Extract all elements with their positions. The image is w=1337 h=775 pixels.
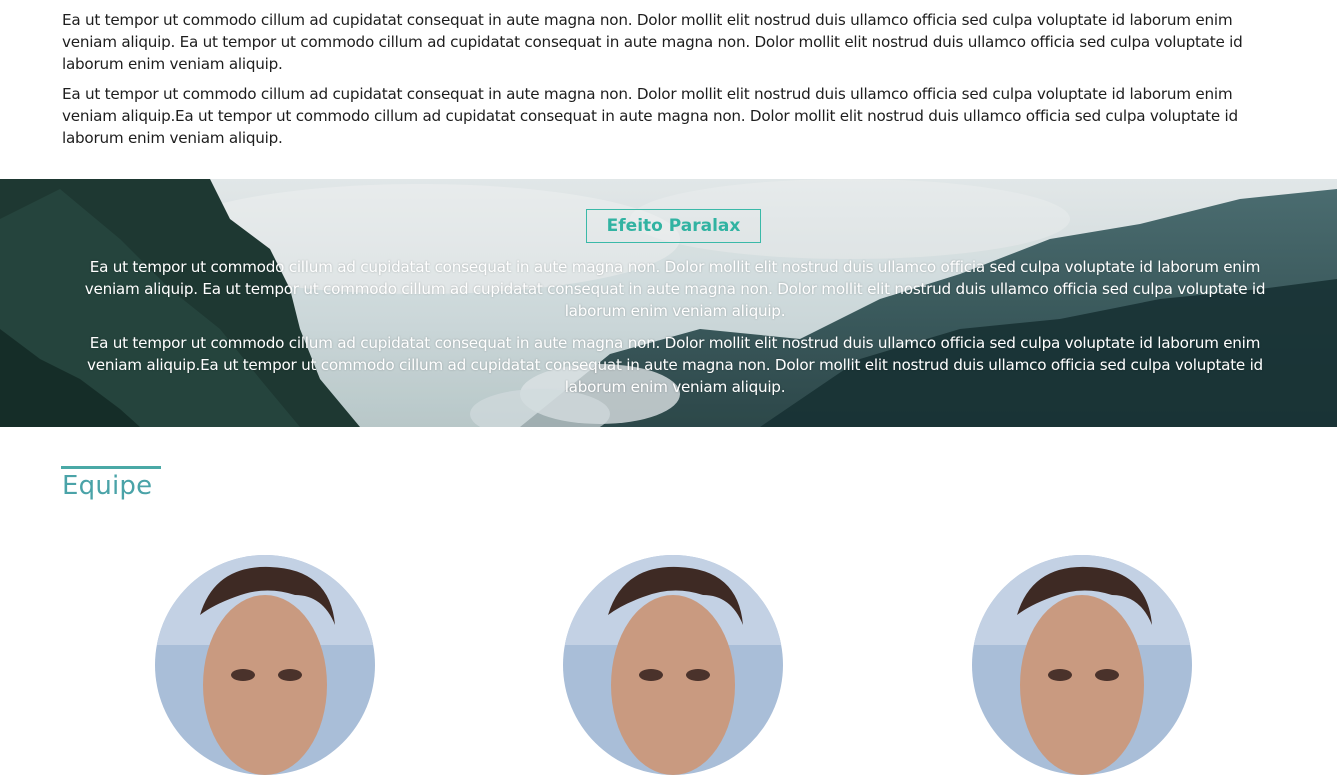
intro-paragraph-2: Ea ut tempor ut commodo cillum ad cupida… [62,85,1238,147]
parallax-content: Efeito Paralax Ea ut tempor ut commodo c… [0,179,1337,427]
team-member-avatar-2 [563,555,783,775]
avatar [563,555,783,775]
team-member-avatar-1 [155,555,375,775]
avatar [155,555,375,775]
parallax-paragraph-1: Ea ut tempor ut commodo cillum ad cupida… [84,258,1266,320]
parallax-title: Efeito Paralax [586,209,761,243]
intro-paragraph-1: Ea ut tempor ut commodo cillum ad cupida… [62,11,1243,73]
team-title: Equipe [62,471,153,501]
team-member-avatar-3 [972,555,1192,775]
parallax-paragraph-2: Ea ut tempor ut commodo cillum ad cupida… [87,334,1263,396]
parallax-section: Efeito Paralax Ea ut tempor ut commodo c… [0,179,1337,427]
intro-section: Ea ut tempor ut commodo cillum ad cupida… [62,9,1262,157]
heading-accent-bar [61,466,161,469]
avatar [972,555,1192,775]
team-heading: Equipe [61,466,161,501]
